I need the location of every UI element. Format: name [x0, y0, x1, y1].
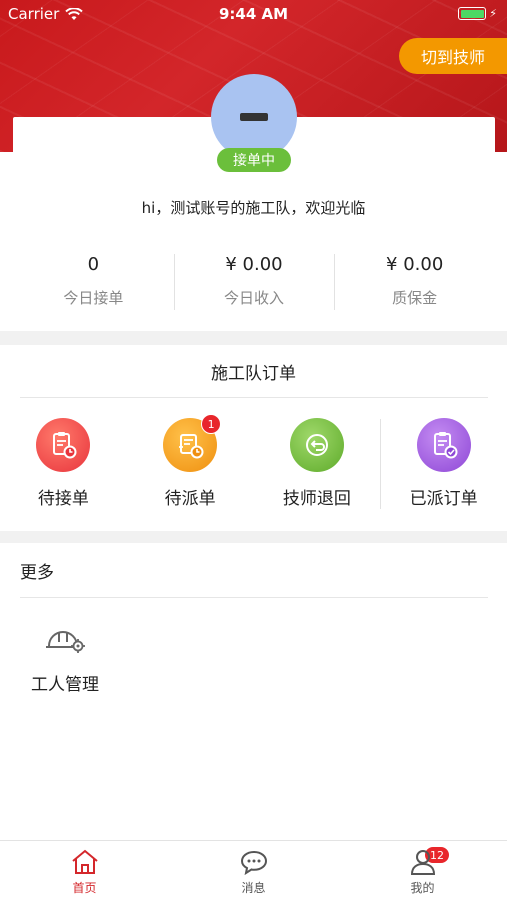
stat-label: 今日接单 — [63, 289, 124, 307]
tab-home[interactable]: 首页 — [0, 841, 169, 900]
chat-icon — [240, 850, 267, 875]
status-bar: Carrier 9:44 AM ⚡ — [0, 0, 507, 30]
avatar-image — [240, 113, 268, 121]
list-clock-icon: 1 — [163, 414, 222, 472]
section-divider — [0, 331, 507, 345]
battery-icon: ⚡ — [458, 7, 497, 20]
order-label: 待接单 — [37, 489, 89, 509]
stat-today-income[interactable]: ¥ 0.00 今日收入 — [173, 252, 335, 312]
status-badge[interactable]: 接单中 — [217, 148, 291, 172]
return-arrow-icon — [289, 418, 344, 472]
order-technician-returned[interactable]: 技师退回 — [254, 418, 381, 518]
tab-bar: 首页 12 消息 我的 — [0, 840, 507, 900]
stat-label: 质保金 — [392, 289, 438, 307]
worker-management-item[interactable]: 工人管理 — [20, 622, 110, 695]
divider — [20, 397, 488, 398]
order-pending-accept[interactable]: 待接单 — [0, 418, 127, 518]
order-badge: 1 — [201, 414, 222, 434]
stat-value: ¥ 0.00 — [225, 254, 283, 275]
divider — [20, 597, 488, 598]
section-divider — [0, 531, 507, 543]
stats-row: 0 今日接单 ¥ 0.00 今日收入 ¥ 0.00 质保金 — [13, 252, 495, 312]
more-section-title: 更多 — [20, 563, 54, 583]
hardhat-gear-icon — [46, 631, 85, 653]
order-label: 待派单 — [164, 489, 216, 509]
stat-deposit[interactable]: ¥ 0.00 质保金 — [334, 252, 495, 312]
order-pending-dispatch[interactable]: 1 待派单 — [127, 414, 254, 518]
stat-value: 0 — [87, 254, 100, 275]
tab-label: 我的 — [410, 881, 435, 895]
user-icon — [410, 850, 435, 875]
worker-management-label: 工人管理 — [31, 675, 99, 695]
tab-label: 首页 — [72, 881, 97, 895]
tab-mine[interactable]: 我的 — [338, 841, 507, 900]
tab-messages[interactable]: 12 消息 — [169, 841, 450, 900]
stat-today-orders[interactable]: 0 今日接单 — [13, 252, 174, 312]
home-icon — [71, 849, 98, 874]
clock: 9:44 AM — [218, 5, 289, 23]
order-dispatched[interactable]: 已派订单 — [380, 418, 507, 518]
clipboard-check-icon — [416, 418, 471, 472]
welcome-message: hi，测试账号的施工队，欢迎光临 — [141, 199, 366, 217]
clipboard-clock-icon — [36, 418, 91, 472]
switch-to-technician-button[interactable]: 切到技师 — [399, 38, 507, 74]
orders-row: 待接单 1 待派单 技师退回 已派订单 — [0, 414, 507, 518]
order-label: 技师退回 — [282, 489, 351, 509]
order-separator — [380, 419, 381, 509]
tab-label: 消息 — [241, 881, 266, 895]
stat-value: ¥ 0.00 — [386, 254, 444, 275]
orders-section-title: 施工队订单 — [211, 364, 296, 384]
order-label: 已派订单 — [409, 489, 478, 509]
stat-label: 今日收入 — [224, 289, 285, 307]
